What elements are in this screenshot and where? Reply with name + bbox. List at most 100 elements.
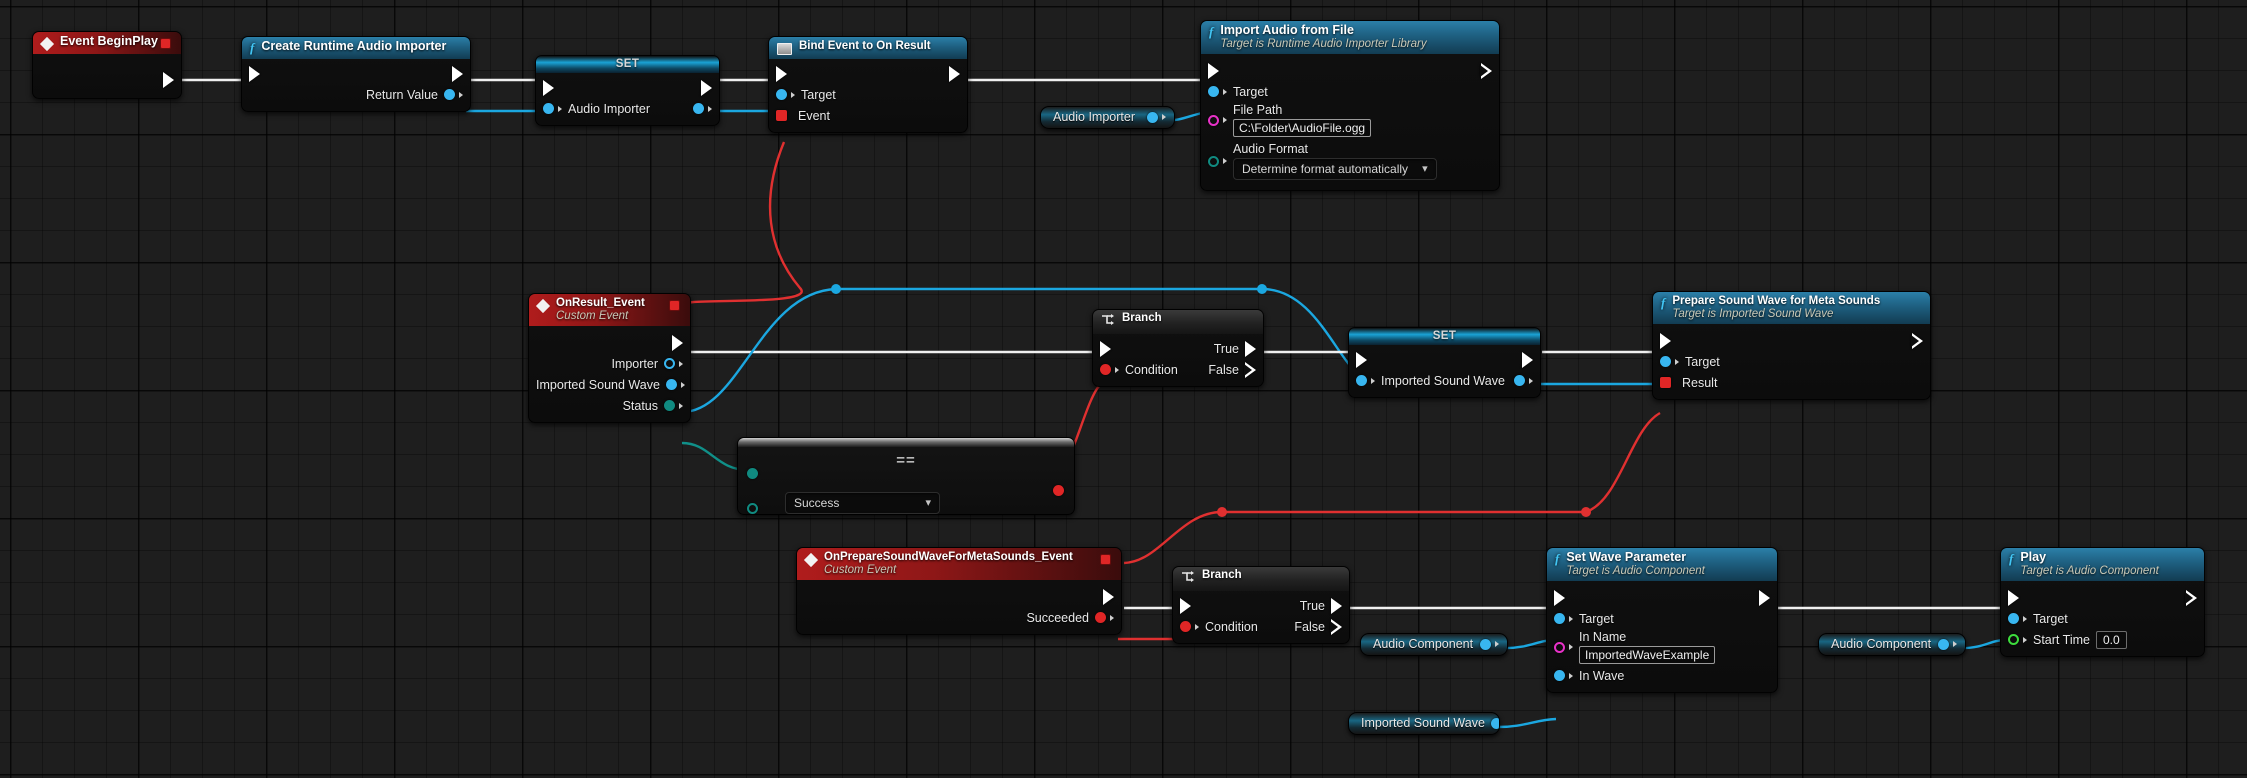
target-pin[interactable] bbox=[1660, 356, 1671, 367]
node-title: Play bbox=[2020, 551, 2194, 564]
bool-out-pin[interactable] bbox=[1053, 485, 1064, 496]
exec-in-pin[interactable] bbox=[1356, 352, 1367, 368]
exec-out-pin[interactable] bbox=[452, 66, 463, 82]
exec-out-pin[interactable] bbox=[1103, 589, 1114, 605]
result-label: Result bbox=[1682, 376, 1717, 390]
node-subtitle: Target is Runtime Audio Importer Library bbox=[1220, 38, 1489, 50]
set-wave-parameter-node[interactable]: f Set Wave Parameter Target is Audio Com… bbox=[1546, 547, 1778, 693]
audio-format-select[interactable]: Determine format automatically ▾ bbox=[1233, 158, 1437, 180]
exec-out-pin[interactable] bbox=[1912, 333, 1923, 349]
getter-out-pin[interactable] bbox=[1480, 639, 1491, 650]
node-header: f Set Wave Parameter Target is Audio Com… bbox=[1547, 548, 1777, 581]
branch-icon bbox=[1181, 570, 1195, 588]
onpreparesoundwaveformetasounds-event-node[interactable]: OnPrepareSoundWaveForMetaSounds_Event Cu… bbox=[796, 547, 1122, 635]
exec-true-pin[interactable] bbox=[1245, 341, 1256, 357]
audio-importer-out-pin[interactable] bbox=[693, 103, 704, 114]
getter-imported-sound-wave-node[interactable]: Imported Sound Wave bbox=[1348, 712, 1500, 735]
succeeded-pin[interactable] bbox=[1095, 612, 1106, 623]
getter-out-pin[interactable] bbox=[1491, 718, 1500, 729]
target-pin[interactable] bbox=[1554, 613, 1565, 624]
blueprint-graph-canvas[interactable]: Event BeginPlay f Create Runtime Audio I… bbox=[0, 0, 2247, 778]
import-audio-from-file-node[interactable]: f Import Audio from File Target is Runti… bbox=[1200, 20, 1500, 191]
target-pin[interactable] bbox=[2008, 613, 2019, 624]
imported-sound-wave-in-pin[interactable] bbox=[1356, 375, 1367, 386]
audio-importer-in-pin[interactable] bbox=[543, 103, 554, 114]
file-path-pin[interactable] bbox=[1208, 115, 1219, 126]
exec-in-pin[interactable] bbox=[1100, 341, 1111, 357]
in-wave-pin[interactable] bbox=[1554, 670, 1565, 681]
node-title: OnResult_Event bbox=[556, 297, 662, 309]
exec-row bbox=[529, 332, 690, 353]
exec-out-pin[interactable] bbox=[2186, 590, 2197, 606]
pin-arrow-icon bbox=[1495, 641, 1499, 647]
prepare-sound-wave-for-meta-sounds-node[interactable]: f Prepare Sound Wave for Meta Sounds Tar… bbox=[1652, 291, 1931, 400]
start-time-pin[interactable] bbox=[2008, 634, 2019, 645]
exec-row bbox=[1201, 60, 1499, 81]
exec-out-pin[interactable] bbox=[1759, 590, 1770, 606]
target-label: Target bbox=[2033, 612, 2068, 626]
exec-out-pin[interactable] bbox=[163, 72, 174, 88]
start-time-input[interactable]: 0.0 bbox=[2096, 631, 2127, 649]
node-title: Prepare Sound Wave for Meta Sounds bbox=[1672, 295, 1920, 307]
target-pin[interactable] bbox=[776, 89, 787, 100]
delegate-output-pin[interactable] bbox=[669, 300, 680, 311]
node-header: OnResult_Event Custom Event bbox=[529, 294, 690, 326]
getter-audio-component-node-1[interactable]: Audio Component bbox=[1360, 633, 1508, 656]
exec-in-pin[interactable] bbox=[543, 80, 554, 96]
event-delegate-pin[interactable] bbox=[776, 110, 787, 121]
branch-node-1[interactable]: Branch True Condition False bbox=[1092, 309, 1264, 387]
onresult-event-node[interactable]: OnResult_Event Custom Event Importer Imp… bbox=[528, 293, 691, 423]
return-value-pin[interactable] bbox=[444, 89, 455, 100]
getter-audio-importer-node[interactable]: Audio Importer bbox=[1040, 106, 1175, 129]
enum-in-pin-b[interactable] bbox=[747, 503, 758, 514]
getter-out-pin[interactable] bbox=[1147, 112, 1158, 123]
play-node[interactable]: f Play Target is Audio Component Target bbox=[2000, 547, 2205, 657]
exec-in-pin[interactable] bbox=[1208, 63, 1219, 79]
in-name-input[interactable]: ImportedWaveExample bbox=[1579, 646, 1715, 664]
exec-true-pin[interactable] bbox=[1331, 598, 1342, 614]
exec-false-pin[interactable] bbox=[1331, 619, 1342, 635]
exec-out-pin[interactable] bbox=[949, 66, 960, 82]
exec-in-pin[interactable] bbox=[776, 66, 787, 82]
create-runtime-audio-importer-node[interactable]: f Create Runtime Audio Importer Return V… bbox=[241, 36, 471, 112]
in-name-pin[interactable] bbox=[1554, 642, 1565, 653]
delegate-output-pin[interactable] bbox=[160, 38, 171, 49]
enum-in-pin-a[interactable] bbox=[747, 468, 758, 479]
enum-value-select[interactable]: Success ▾ bbox=[785, 492, 940, 514]
pin-arrow-icon bbox=[1953, 641, 1957, 647]
getter-label: Audio Importer bbox=[1053, 110, 1135, 124]
imported-sound-wave-out-pin[interactable] bbox=[1514, 375, 1525, 386]
imported-sound-wave-pin[interactable] bbox=[666, 379, 677, 390]
pin-arrow-icon bbox=[1569, 673, 1573, 679]
exec-in-pin[interactable] bbox=[1554, 590, 1565, 606]
importer-pin[interactable] bbox=[664, 358, 675, 369]
set-audio-importer-node[interactable]: SET Audio Importer bbox=[535, 55, 720, 126]
file-path-input[interactable]: C:\Folder\AudioFile.ogg bbox=[1233, 119, 1371, 137]
status-pin[interactable] bbox=[664, 400, 675, 411]
exec-out-pin[interactable] bbox=[1522, 352, 1533, 368]
delegate-output-pin[interactable] bbox=[1100, 554, 1111, 565]
set-imported-sound-wave-node[interactable]: SET Imported Sound Wave bbox=[1348, 327, 1541, 398]
exec-row bbox=[2001, 587, 2204, 608]
exec-out-pin[interactable] bbox=[1481, 63, 1492, 79]
equal-enum-node[interactable]: == Success ▾ bbox=[737, 437, 1075, 515]
exec-in-pin[interactable] bbox=[249, 66, 260, 82]
target-pin[interactable] bbox=[1208, 86, 1219, 97]
event-beginplay-node[interactable]: Event BeginPlay bbox=[32, 31, 182, 99]
exec-in-pin[interactable] bbox=[1180, 598, 1191, 614]
bind-event-to-on-result-node[interactable]: Bind Event to On Result Target Event bbox=[768, 36, 968, 133]
exec-in-pin[interactable] bbox=[2008, 590, 2019, 606]
audio-format-pin[interactable] bbox=[1208, 156, 1219, 167]
branch-node-2[interactable]: Branch True Condition False bbox=[1172, 566, 1350, 644]
getter-audio-component-node-2[interactable]: Audio Component bbox=[1818, 633, 1966, 656]
result-delegate-pin[interactable] bbox=[1660, 377, 1671, 388]
exec-false-pin[interactable] bbox=[1245, 362, 1256, 378]
condition-pin[interactable] bbox=[1180, 621, 1191, 632]
exec-out-pin[interactable] bbox=[672, 335, 683, 351]
exec-in-pin[interactable] bbox=[1660, 333, 1671, 349]
succeeded-row: Succeeded bbox=[797, 607, 1121, 628]
getter-out-pin[interactable] bbox=[1938, 639, 1949, 650]
exec-out-pin[interactable] bbox=[701, 80, 712, 96]
exec-row: True bbox=[1173, 595, 1349, 616]
condition-pin[interactable] bbox=[1100, 364, 1111, 375]
